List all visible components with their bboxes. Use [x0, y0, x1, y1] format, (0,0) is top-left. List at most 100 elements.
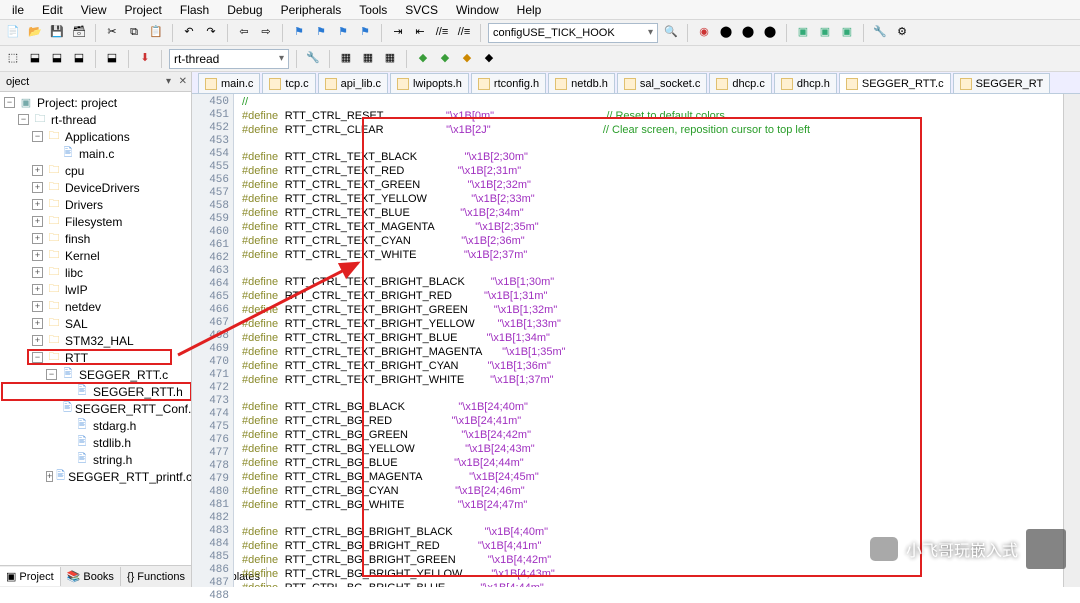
window2-icon[interactable]: ▣	[816, 24, 834, 42]
comment-icon[interactable]: //≡	[433, 24, 451, 42]
file-tab-lwipopts.h[interactable]: lwipopts.h	[390, 73, 469, 93]
project-tree[interactable]: −▣Project: project−🗀rt-thread−🗀Applicati…	[0, 92, 191, 565]
tree-group-finsh[interactable]: +🗀finsh	[2, 230, 191, 247]
file-tab-main.c[interactable]: main.c	[198, 73, 260, 93]
file-tab-dhcp.c[interactable]: dhcp.c	[709, 73, 771, 93]
build-batch-icon[interactable]: ⬓	[70, 50, 88, 68]
vertical-scrollbar[interactable]	[1063, 94, 1080, 587]
bookmark-prev-icon[interactable]: ⚑	[312, 24, 330, 42]
tree-group-libc[interactable]: +🗀libc	[2, 264, 191, 281]
stop-build-icon[interactable]: ⬓	[103, 50, 121, 68]
tree-root[interactable]: −▣Project: project	[2, 94, 191, 111]
window1-icon[interactable]: ▣	[794, 24, 812, 42]
tree-group-lwip[interactable]: +🗀lwIP	[2, 281, 191, 298]
config-icon[interactable]: 🔧	[871, 24, 889, 42]
cut-icon[interactable]: ✂	[103, 24, 121, 42]
pack-inst3-icon[interactable]: ◆	[458, 50, 476, 68]
file-tab-SEGGER_RT[interactable]: SEGGER_RT	[953, 73, 1051, 93]
manage-proj-icon[interactable]: ▦	[337, 50, 355, 68]
menu-svcs[interactable]: SVCS	[397, 1, 446, 19]
nav-back-icon[interactable]: ⇦	[235, 24, 253, 42]
pack-inst-icon[interactable]: ◆	[414, 50, 432, 68]
target-combo[interactable]: rt-thread	[169, 49, 289, 69]
file-tab-netdb.h[interactable]: netdb.h	[548, 73, 615, 93]
menu-flash[interactable]: Flash	[172, 1, 217, 19]
bookmark-clear-icon[interactable]: ⚑	[356, 24, 374, 42]
manage-comp-icon[interactable]: ▦	[381, 50, 399, 68]
menu-project[interactable]: Project	[117, 1, 170, 19]
file-tab-rtconfig.h[interactable]: rtconfig.h	[471, 73, 546, 93]
bookmark-next-icon[interactable]: ⚑	[334, 24, 352, 42]
tree-group-filesystem[interactable]: +🗀Filesystem	[2, 213, 191, 230]
code-content[interactable]: // #define RTT_CTRL_RESET "\x1B[0m" // R…	[234, 94, 1063, 587]
tree-group-devicedrivers[interactable]: +🗀DeviceDrivers	[2, 179, 191, 196]
project-panel-title: oject ▾ ✕	[0, 72, 191, 92]
file-tab-tcp.c[interactable]: tcp.c	[262, 73, 315, 93]
tree-group-kernel[interactable]: +🗀Kernel	[2, 247, 191, 264]
paste-icon[interactable]: 📋	[147, 24, 165, 42]
window3-icon[interactable]: ▣	[838, 24, 856, 42]
tree-file-SEGGER_RTT.h[interactable]: 🖹SEGGER_RTT.h	[2, 383, 191, 400]
manage-books-icon[interactable]: ▦	[359, 50, 377, 68]
tree-group-applications[interactable]: −🗀Applications	[2, 128, 191, 145]
rebuild-icon[interactable]: ⬓	[48, 50, 66, 68]
open-file-icon[interactable]: 📂	[26, 24, 44, 42]
debug-icon[interactable]: ◉	[695, 24, 713, 42]
tree-group-stm32_hal[interactable]: +🗀STM32_HAL	[2, 332, 191, 349]
bookmark-icon[interactable]: ⚑	[290, 24, 308, 42]
undo-icon[interactable]: ↶	[180, 24, 198, 42]
pack-inst2-icon[interactable]: ◆	[436, 50, 454, 68]
new-file-icon[interactable]: 📄	[4, 24, 22, 42]
tree-file-SEGGER_RTT_Conf.h[interactable]: 🖹SEGGER_RTT_Conf.h	[2, 400, 191, 417]
menu-peripherals[interactable]: Peripherals	[273, 1, 350, 19]
tree-group-netdev[interactable]: +🗀netdev	[2, 298, 191, 315]
panel-tab-books[interactable]: 📚Books	[61, 567, 121, 586]
indent-icon[interactable]: ⇥	[389, 24, 407, 42]
save-all-icon[interactable]: 🗃	[70, 24, 88, 42]
tree-group-rtt[interactable]: −🗀RTT	[2, 349, 191, 366]
find-icon[interactable]: 🔍	[662, 24, 680, 42]
translate-icon[interactable]: ⬚	[4, 50, 22, 68]
tree-group-cpu[interactable]: +🗀cpu	[2, 162, 191, 179]
outdent-icon[interactable]: ⇤	[411, 24, 429, 42]
tree-file-main.c[interactable]: 🖹main.c	[2, 145, 191, 162]
tree-file-SEGGER_RTT.c[interactable]: −🖹SEGGER_RTT.c	[2, 366, 191, 383]
uncomment-icon[interactable]: //≡	[455, 24, 473, 42]
file-tab-SEGGER_RTT.c[interactable]: SEGGER_RTT.c	[839, 73, 951, 93]
code-editor[interactable]: 450 451 452 453 454 455 456 457 458 459 …	[192, 94, 1080, 587]
file-tab-api_lib.c[interactable]: api_lib.c	[318, 73, 388, 93]
remove-bp-icon[interactable]: ⬤	[761, 24, 779, 42]
tree-file-stdlib.h[interactable]: 🖹stdlib.h	[2, 434, 191, 451]
nav-fwd-icon[interactable]: ⇨	[257, 24, 275, 42]
pack-inst4-icon[interactable]: ◆	[480, 50, 498, 68]
file-tab-dhcp.h[interactable]: dhcp.h	[774, 73, 837, 93]
panel-tab-project[interactable]: ▣Project	[0, 567, 61, 586]
menu-help[interactable]: Help	[509, 1, 550, 19]
save-icon[interactable]: 💾	[48, 24, 66, 42]
download-icon[interactable]: ⬇	[136, 50, 154, 68]
copy-icon[interactable]: ⧉	[125, 24, 143, 42]
build-icon[interactable]: ⬓	[26, 50, 44, 68]
breakpoint-icon[interactable]: ⬤	[717, 24, 735, 42]
tree-file-SEGGER_RTT_printf.c[interactable]: +🖹SEGGER_RTT_printf.c	[2, 468, 191, 485]
insert-bp-icon[interactable]: ⬤	[739, 24, 757, 42]
panel-tab-functions[interactable]: {}Functions	[121, 568, 192, 586]
menu-edit[interactable]: Edit	[34, 1, 71, 19]
menu-window[interactable]: Window	[448, 1, 507, 19]
menu-view[interactable]: View	[73, 1, 115, 19]
tool-icon[interactable]: ⚙	[893, 24, 911, 42]
tree-group-drivers[interactable]: +🗀Drivers	[2, 196, 191, 213]
panel-dropdown-icon[interactable]: ▾	[166, 76, 171, 87]
redo-icon[interactable]: ↷	[202, 24, 220, 42]
tree-file-stdarg.h[interactable]: 🖹stdarg.h	[2, 417, 191, 434]
tree-target[interactable]: −🗀rt-thread	[2, 111, 191, 128]
tree-group-sal[interactable]: +🗀SAL	[2, 315, 191, 332]
menu-tools[interactable]: Tools	[351, 1, 395, 19]
menu-ile[interactable]: ile	[4, 1, 32, 19]
menu-debug[interactable]: Debug	[219, 1, 270, 19]
options-icon[interactable]: 🔧	[304, 50, 322, 68]
file-tab-sal_socket.c[interactable]: sal_socket.c	[617, 73, 708, 93]
panel-close-icon[interactable]: ✕	[179, 76, 187, 87]
find-combo[interactable]: configUSE_TICK_HOOK	[488, 23, 658, 43]
tree-file-string.h[interactable]: 🖹string.h	[2, 451, 191, 468]
